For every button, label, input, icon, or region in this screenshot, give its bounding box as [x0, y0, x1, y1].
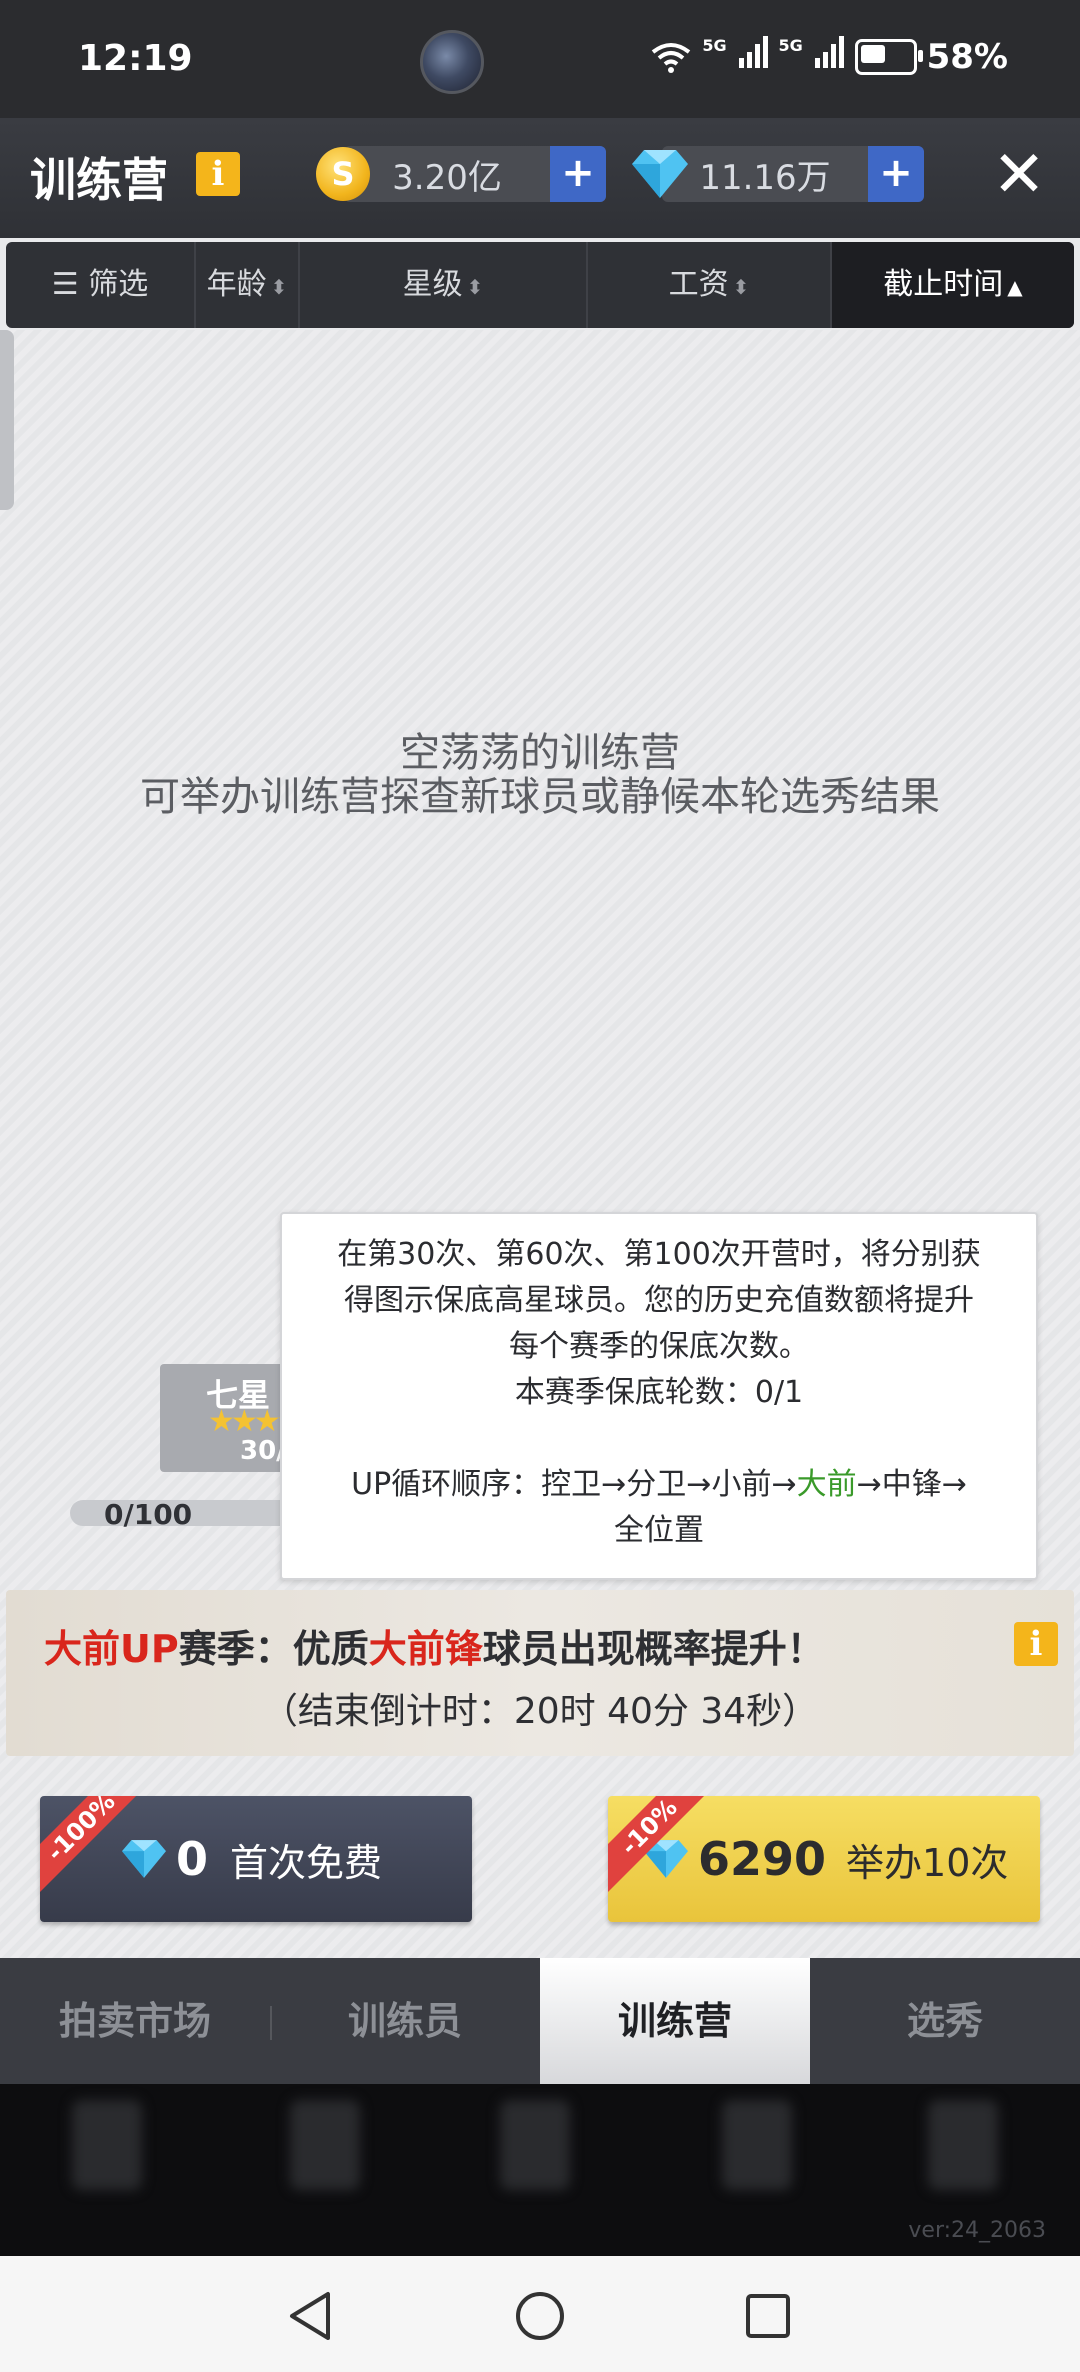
blurred-nav-icon	[722, 2100, 792, 2190]
blurred-nav-icon	[500, 2100, 570, 2190]
status-bar: 12:19 5G 5G 58%	[0, 0, 1080, 118]
ten-camp-label: 举办10次	[846, 1840, 1009, 1885]
sort-salary[interactable]: 工资 ⬍	[588, 242, 832, 328]
signal-icon-2: 5G	[779, 36, 845, 77]
app-notification-icon	[420, 30, 484, 94]
sort-stars[interactable]: 星级 ⬍	[300, 242, 588, 328]
filter-button[interactable]: ☰ 筛选	[6, 242, 196, 328]
diamond-icon	[122, 1840, 166, 1878]
status-time: 12:19	[78, 38, 193, 79]
coin-pill: 3.20亿 +	[344, 146, 606, 202]
free-camp-cost: 0	[176, 1832, 209, 1886]
diamond-amount: 11.16万	[699, 157, 831, 198]
up-order-prefix: UP循环顺序：控卫→分卫→小前→	[351, 1467, 797, 1502]
sort-ascending-icon: ▲	[1007, 275, 1023, 299]
sort-arrows-icon: ⬍	[270, 275, 288, 299]
ten-camp-button[interactable]: -10% 6290 举办10次	[608, 1796, 1040, 1922]
season-position: 大前锋	[368, 1627, 483, 1671]
free-camp-label: 首次免费	[230, 1840, 383, 1885]
side-drawer-handle[interactable]	[0, 330, 14, 510]
status-indicators: 5G 5G 58%	[650, 36, 1008, 77]
sort-stars-label: 星级	[402, 267, 463, 302]
diamond-balance: 11.16万 +	[632, 146, 924, 202]
tooltip-line: 全位置	[614, 1513, 704, 1548]
season-headline: 大前UP赛季：优质大前锋球员出现概率提升！	[44, 1618, 825, 1673]
close-icon[interactable]: ✕	[984, 140, 1054, 210]
sort-arrows-icon: ⬍	[732, 275, 750, 299]
season-banner: 大前UP赛季：优质大前锋球员出现概率提升！ （结束倒计时：20时 40分 34秒…	[6, 1590, 1074, 1756]
back-triangle-icon[interactable]	[286, 2290, 334, 2342]
tab-training-camp[interactable]: 训练营	[540, 1958, 810, 2084]
recents-square-icon[interactable]	[744, 2292, 792, 2340]
diamond-pill: 11.16万 +	[662, 146, 924, 202]
sort-deadline[interactable]: 截止时间 ▲	[832, 242, 1074, 328]
add-diamonds-button[interactable]: +	[868, 146, 924, 202]
tooltip-up-order: UP循环顺序：控卫→分卫→小前→大前→中锋→	[312, 1462, 1006, 1508]
signal-icon: 5G	[702, 36, 768, 77]
page-title: 训练营	[30, 153, 168, 207]
up-order-highlight: 大前	[796, 1467, 857, 1502]
blurred-nav-icon	[72, 2100, 142, 2190]
season-up-tag: 大前UP	[44, 1627, 179, 1671]
tooltip-line: 每个赛季的保底次数。	[509, 1329, 809, 1364]
coin-balance: S 3.20亿 +	[316, 146, 606, 202]
filter-label: 筛选	[88, 267, 149, 302]
season-countdown: （结束倒计时：20时 40分 34秒）	[261, 1691, 819, 1732]
season-text: 赛季：优质	[178, 1627, 369, 1671]
sort-deadline-label: 截止时间	[883, 267, 1004, 302]
guarantee-tooltip: 在第30次、第60次、第100次开营时，将分别获 得图示保底高星球员。您的历史充…	[280, 1212, 1038, 1580]
free-camp-button[interactable]: -100% 0 首次免费	[40, 1796, 472, 1922]
up-order-suffix: →中锋→	[856, 1467, 967, 1502]
guarantee-progress-label: 0/100	[104, 1498, 193, 1531]
tab-divider	[270, 2006, 272, 2040]
network-type-2: 5G	[778, 36, 803, 55]
guarantee-card-count: 30/	[240, 1436, 286, 1466]
filter-sliders-icon: ☰	[51, 267, 79, 302]
coin-amount: 3.20亿	[392, 157, 502, 198]
tab-draft[interactable]: 选秀	[810, 1958, 1080, 2084]
home-circle-icon[interactable]	[514, 2290, 566, 2342]
tooltip-guarantee-rounds: 本赛季保底轮数：0/1	[514, 1375, 804, 1410]
filter-bar: ☰ 筛选 年龄 ⬍ 星级 ⬍ 工资 ⬍ 截止时间 ▲	[6, 242, 1074, 328]
battery-icon	[854, 38, 923, 75]
sort-arrows-icon: ⬍	[466, 275, 484, 299]
battery-percent: 58%	[926, 36, 1008, 77]
season-text-end: 球员出现概率提升！	[482, 1627, 825, 1671]
info-icon[interactable]: i	[196, 152, 240, 196]
sort-age[interactable]: 年龄 ⬍	[196, 242, 300, 328]
add-coins-button[interactable]: +	[550, 146, 606, 202]
blurred-nav-icon	[928, 2100, 998, 2190]
system-nav-bar	[0, 2256, 1080, 2372]
header: 训练营 i S 3.20亿 + 11.16万 + ✕	[0, 118, 1080, 238]
bottom-tabs: 拍卖市场 训练员 训练营 选秀	[0, 1958, 1080, 2084]
empty-state-subtitle: 可举办训练营探查新球员或静候本轮选秀结果	[140, 774, 940, 820]
tooltip-line: 在第30次、第60次、第100次开营时，将分别获	[337, 1237, 981, 1272]
tooltip-line: 得图示保底高星球员。您的历史充值数额将提升	[344, 1283, 974, 1318]
season-info-icon[interactable]: i	[1014, 1622, 1058, 1666]
sort-age-label: 年龄	[206, 267, 267, 302]
version-label: ver:24_2063	[908, 2218, 1046, 2243]
ten-camp-cost: 6290	[698, 1832, 827, 1886]
sort-salary-label: 工资	[668, 267, 729, 302]
wifi-icon	[652, 42, 691, 73]
network-type: 5G	[702, 36, 727, 55]
tab-auction-market[interactable]: 拍卖市场	[0, 1958, 270, 2084]
coin-icon: S	[316, 147, 370, 201]
blurred-nav-icon	[290, 2100, 360, 2190]
diamond-icon	[632, 150, 688, 198]
tab-trainers[interactable]: 训练员	[270, 1958, 540, 2084]
